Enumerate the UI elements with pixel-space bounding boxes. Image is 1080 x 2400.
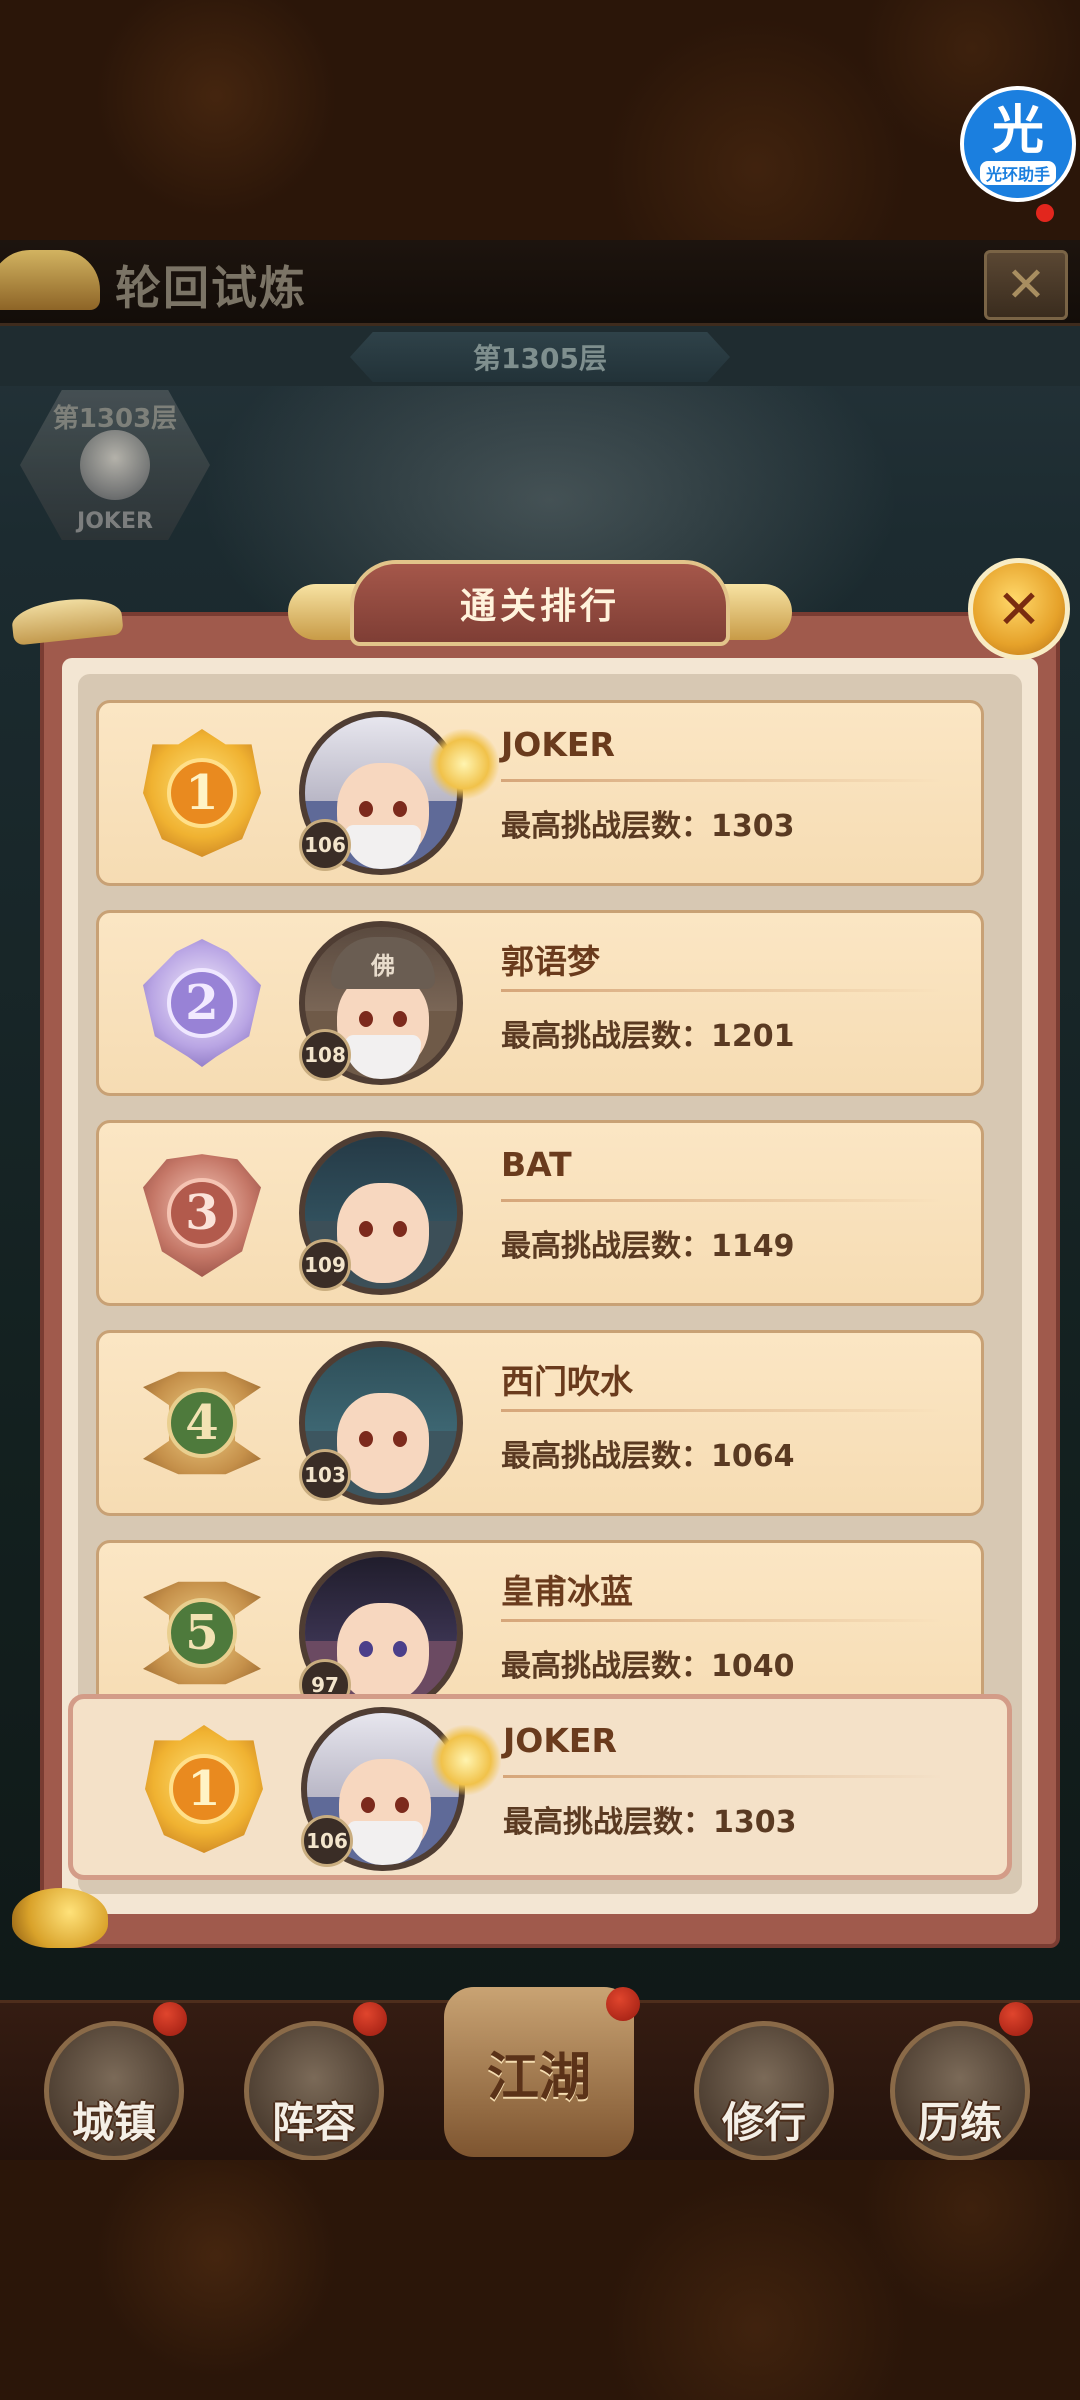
- bottom-background: [0, 2160, 1080, 2400]
- rank-number: 4: [167, 1388, 237, 1458]
- current-floor-label: 第1305层: [350, 332, 730, 382]
- divider: [501, 1409, 941, 1412]
- assistant-glyph: 光: [991, 101, 1044, 161]
- rank-number: 5: [167, 1598, 237, 1668]
- divider: [501, 1619, 941, 1622]
- bottom-nav: 城镇 阵容 江湖 修行 历练: [0, 1987, 1080, 2161]
- my-rank-row[interactable]: 1 106 JOKER 最高挑战层数：1303: [68, 1694, 1012, 1880]
- rank-row-2[interactable]: 2 佛 108 郭语梦 最高挑战层数：1201: [96, 910, 984, 1096]
- nav-label: 阵容: [271, 2098, 356, 2147]
- max-floor-stat: 最高挑战层数：1149: [501, 1229, 795, 1264]
- panel-close-button[interactable]: ✕: [968, 558, 1070, 660]
- rank-gold-badge-icon: 1: [143, 729, 261, 857]
- divider: [501, 1199, 941, 1202]
- rank-badge-icon: 5: [143, 1569, 261, 1697]
- floor-bar: 第1305层: [0, 326, 1080, 386]
- divider: [501, 989, 941, 992]
- nav-label: 城镇: [71, 2098, 156, 2147]
- rank-bronze-badge-icon: 3: [143, 1149, 261, 1277]
- notification-dot-icon: [153, 2002, 187, 2036]
- player-name: 皇甫冰蓝: [501, 1572, 633, 1611]
- top-background: [0, 0, 1080, 240]
- rank-number: 1: [169, 1754, 239, 1824]
- notification-dot-icon: [1036, 204, 1054, 222]
- rank-number: 3: [167, 1178, 237, 1248]
- panel-header: 通关排行: [350, 560, 730, 646]
- nav-lineup[interactable]: 阵容: [244, 2002, 387, 2161]
- max-floor-stat: 最高挑战层数：1303: [503, 1805, 797, 1840]
- player-level: 106: [301, 1815, 353, 1867]
- notification-dot-icon: [606, 1987, 640, 2021]
- rank-badge-icon: 4: [143, 1359, 261, 1487]
- notification-dot-icon: [999, 2002, 1033, 2036]
- rank-row-3[interactable]: 3 109 BAT 最高挑战层数：1149: [96, 1120, 984, 1306]
- max-floor-stat: 最高挑战层数：1064: [501, 1439, 795, 1474]
- previous-floor-avatar: [80, 430, 150, 500]
- rank-row-1[interactable]: 1 106 JOKER 最高挑战层数：1303: [96, 700, 984, 886]
- flower-ornament-icon: [429, 729, 499, 799]
- player-name: JOKER: [501, 725, 615, 764]
- max-floor-stat: 最高挑战层数：1040: [501, 1649, 795, 1684]
- divider: [501, 779, 941, 782]
- player-name: BAT: [501, 1145, 572, 1184]
- player-name: 西门吹水: [501, 1362, 633, 1401]
- close-x-icon: ✕: [996, 577, 1042, 641]
- player-name: JOKER: [503, 1721, 617, 1760]
- player-level: 103: [299, 1449, 351, 1501]
- flower-ornament-icon: [431, 1725, 501, 1795]
- player-name: 郭语梦: [501, 942, 600, 981]
- nav-town[interactable]: 城镇: [44, 2002, 187, 2161]
- cloud-ornament-icon: [0, 250, 100, 310]
- rank-gold-badge-icon: 1: [145, 1725, 263, 1853]
- rank-number: 2: [167, 968, 237, 1038]
- rank-silver-badge-icon: 2: [143, 939, 261, 1067]
- panel-corner-gold-icon: [12, 1888, 108, 1948]
- max-floor-stat: 最高挑战层数：1201: [501, 1019, 795, 1054]
- assistant-float-button[interactable]: 光 光环助手: [960, 86, 1076, 202]
- notification-dot-icon: [353, 2002, 387, 2036]
- rank-row-4[interactable]: 4 103 西门吹水 最高挑战层数：1064: [96, 1330, 984, 1516]
- assistant-label: 光环助手: [979, 161, 1056, 185]
- rank-number: 1: [167, 758, 237, 828]
- player-level: 108: [299, 1029, 351, 1081]
- nav-jianghu[interactable]: 江湖: [444, 1987, 640, 2157]
- nav-training[interactable]: 历练: [890, 2002, 1033, 2161]
- close-x-icon: ✕: [1005, 257, 1047, 313]
- title-bar: 轮回试炼 ✕: [0, 240, 1080, 326]
- nav-cultivation[interactable]: 修行: [694, 2021, 834, 2161]
- nav-label: 历练: [917, 2098, 1002, 2147]
- previous-floor-player: JOKER: [77, 509, 153, 534]
- page-title: 轮回试炼: [115, 261, 307, 315]
- player-level: 109: [299, 1239, 351, 1291]
- nav-label: 江湖: [486, 2046, 591, 2108]
- panel-title: 通关排行: [459, 585, 620, 627]
- player-level: 106: [299, 819, 351, 871]
- nav-label: 修行: [721, 2098, 806, 2147]
- title-close-button[interactable]: ✕: [984, 250, 1068, 320]
- max-floor-stat: 最高挑战层数：1303: [501, 809, 795, 844]
- previous-floor-marker[interactable]: 第1303层 JOKER: [20, 390, 210, 540]
- divider: [503, 1775, 943, 1778]
